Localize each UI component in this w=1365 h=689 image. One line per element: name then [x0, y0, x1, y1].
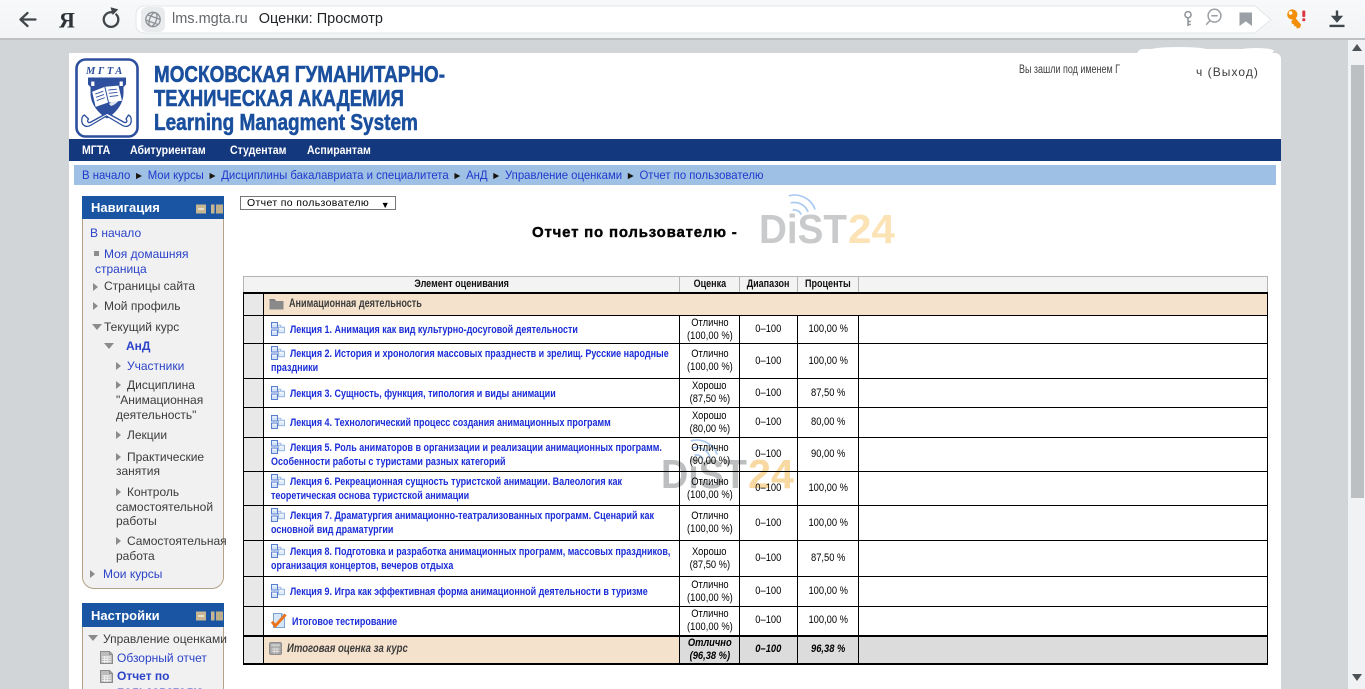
svg-text:DiST: DiST [661, 451, 747, 495]
svg-text:24: 24 [848, 206, 895, 250]
svg-text:24: 24 [748, 451, 794, 495]
svg-text:Я: Я [59, 8, 75, 33]
svg-text:DiST: DiST [759, 206, 847, 250]
svg-text:МГТА: МГТА [85, 66, 125, 77]
